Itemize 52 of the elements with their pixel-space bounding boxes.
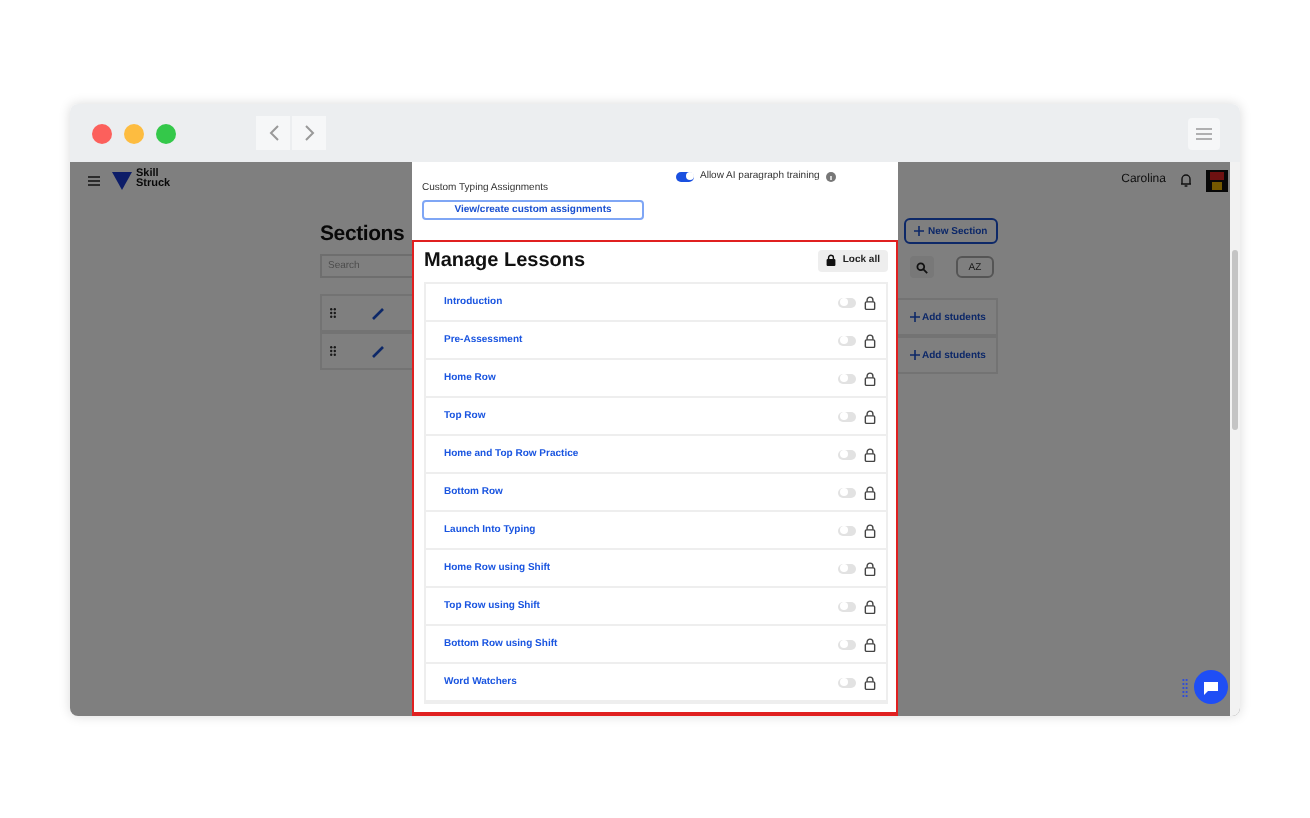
forward-button[interactable] xyxy=(292,116,326,150)
chevron-left-icon xyxy=(267,124,279,142)
menu-button[interactable] xyxy=(1188,117,1220,149)
maximize-button[interactable] xyxy=(156,123,176,143)
toggle-switch[interactable] xyxy=(838,373,856,383)
lock-icon xyxy=(864,637,876,651)
toggle-switch[interactable] xyxy=(838,677,856,687)
menu-icon[interactable] xyxy=(88,175,100,185)
minimize-button[interactable] xyxy=(124,123,144,143)
scrollbar[interactable] xyxy=(1230,162,1240,716)
chat-icon xyxy=(1202,679,1220,695)
pencil-icon[interactable] xyxy=(372,307,384,319)
lock-icon xyxy=(864,409,876,423)
toggle-switch[interactable] xyxy=(838,487,856,497)
plus-icon xyxy=(910,312,920,322)
lock-icon xyxy=(864,675,876,689)
toggle-switch[interactable] xyxy=(676,171,694,181)
info-icon[interactable] xyxy=(825,171,836,181)
search-icon xyxy=(916,261,928,273)
page-title: Sections xyxy=(320,222,407,246)
lock-icon xyxy=(864,447,876,461)
plus-icon xyxy=(910,350,920,360)
lock-icon xyxy=(864,333,876,347)
toggle-switch[interactable] xyxy=(838,411,856,421)
toggle-switch[interactable] xyxy=(838,601,856,611)
toggle-switch[interactable] xyxy=(838,639,856,649)
avatar[interactable] xyxy=(1206,169,1228,191)
menu-icon xyxy=(1196,127,1212,139)
toggle-switch[interactable] xyxy=(838,563,856,573)
lock-icon xyxy=(864,485,876,499)
lock-icon xyxy=(864,561,876,575)
back-button[interactable] xyxy=(256,116,290,150)
drag-handle-icon[interactable] xyxy=(330,346,336,356)
bell-icon[interactable] xyxy=(1178,172,1194,188)
close-button[interactable] xyxy=(92,123,112,143)
search-button[interactable] xyxy=(910,256,934,278)
logo-icon xyxy=(112,171,132,189)
chat-button[interactable] xyxy=(1194,670,1228,704)
lock-icon xyxy=(864,523,876,537)
plus-icon xyxy=(914,226,924,236)
lock-icon xyxy=(864,599,876,613)
lock-icon xyxy=(826,254,837,266)
toggle-switch[interactable] xyxy=(838,525,856,535)
pencil-icon[interactable] xyxy=(372,345,384,357)
lock-icon xyxy=(864,371,876,385)
lock-icon xyxy=(864,295,876,309)
toggle-switch[interactable] xyxy=(838,335,856,345)
chevron-right-icon xyxy=(303,124,315,142)
toggle-switch[interactable] xyxy=(838,297,856,307)
section-title: Manage Lessons xyxy=(424,249,586,271)
toggle-switch[interactable] xyxy=(838,449,856,459)
drag-handle-icon[interactable] xyxy=(330,308,336,318)
